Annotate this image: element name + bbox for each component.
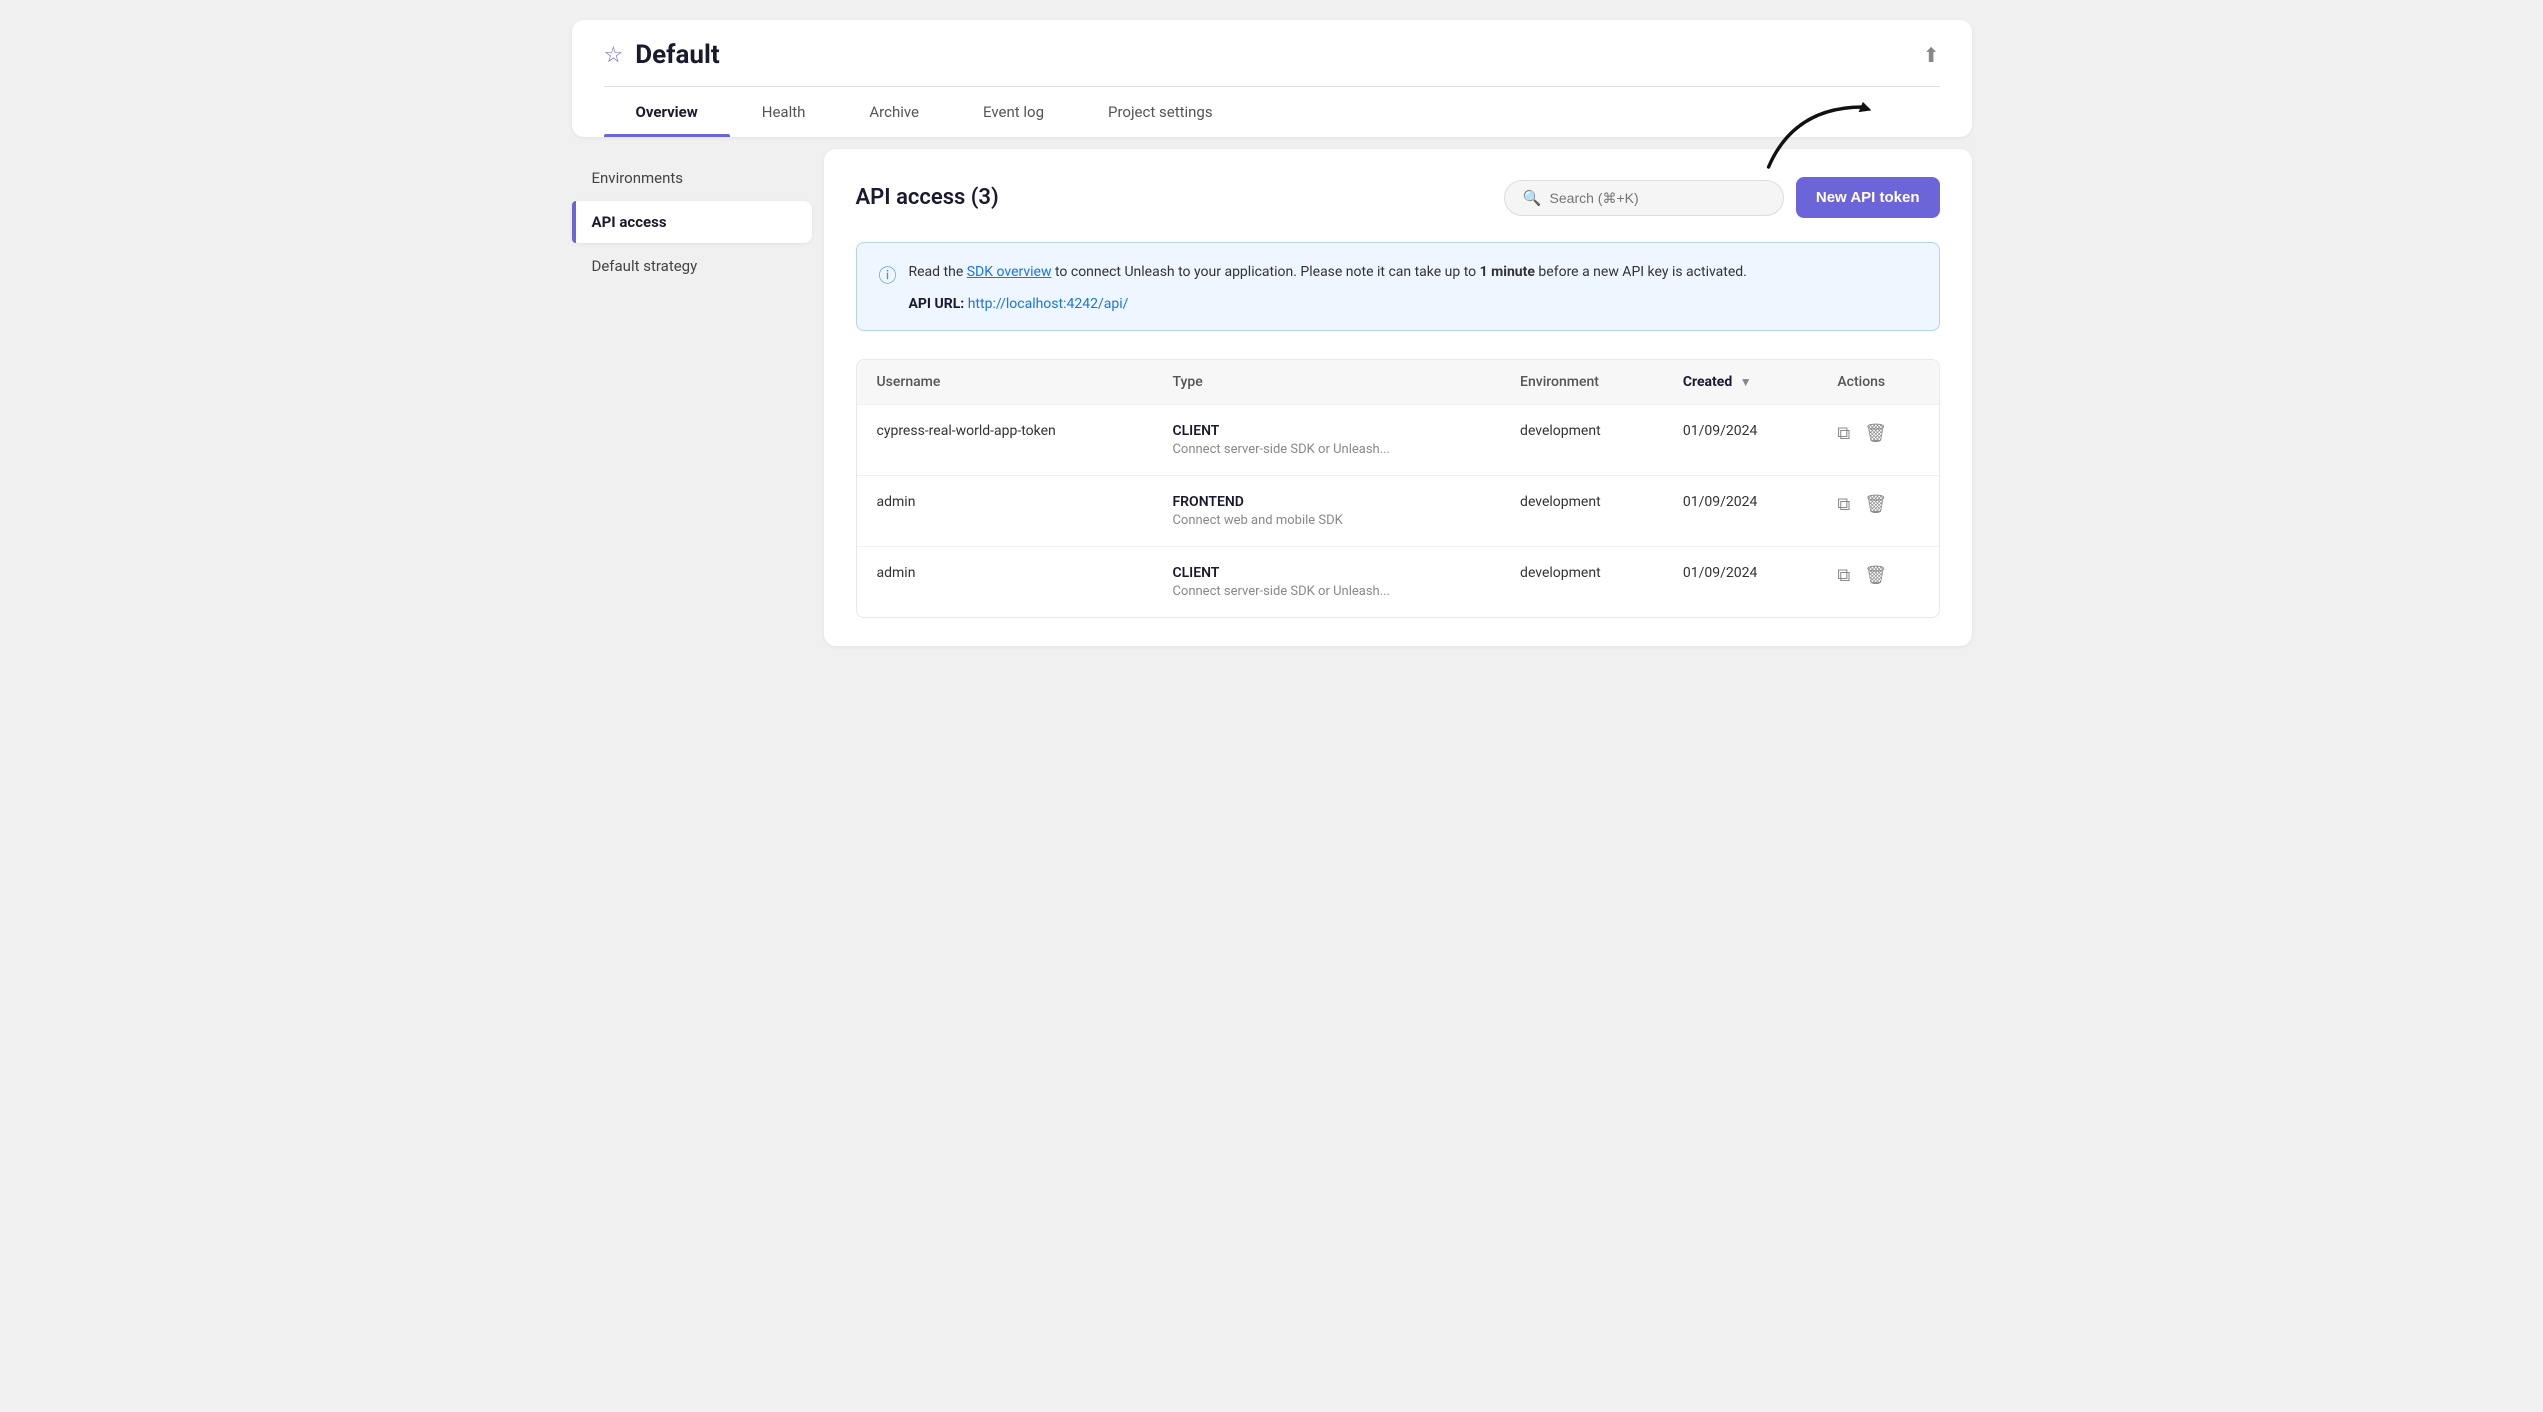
cell-username-1: cypress-real-world-app-token [857,405,1153,476]
table-head: Username Type Environment Created ▼ Acti… [857,360,1939,405]
table-row: admin CLIENT Connect server-side SDK or … [857,547,1939,618]
delete-icon-2[interactable]: 🗑 [1864,494,1887,515]
info-icon: ⓘ [879,262,897,288]
api-tokens-table: Username Type Environment Created ▼ Acti… [857,360,1939,617]
action-icons-1: ⧉ 🗑 [1837,423,1918,444]
info-banner: ⓘ Read the SDK overview to connect Unlea… [856,242,1940,331]
cell-env-1: development [1500,405,1663,476]
tab-nav: Overview Health Archive Event log Projec… [604,86,1940,137]
cell-type-1: CLIENT Connect server-side SDK or Unleas… [1152,405,1500,476]
cell-env-2: development [1500,476,1663,547]
info-bold-text: 1 minute [1480,264,1535,280]
sdk-overview-link[interactable]: SDK overview [967,264,1052,280]
type-sub-2: Connect web and mobile SDK [1172,513,1342,528]
table-row: cypress-real-world-app-token CLIENT Conn… [857,405,1939,476]
copy-icon-1[interactable]: ⧉ [1837,423,1850,444]
sidebar-item-default-strategy[interactable]: Default strategy [572,245,812,287]
table-row: admin FRONTEND Connect web and mobile SD… [857,476,1939,547]
tab-project-settings[interactable]: Project settings [1076,87,1245,137]
tab-event-log[interactable]: Event log [951,87,1076,137]
page-container: ☆ Default ⬆ Overview Health Archive Even… [572,20,1972,646]
cell-actions-2: ⧉ 🗑 [1817,476,1938,547]
header-top: ☆ Default ⬆ [604,40,1940,86]
sidebar-item-environments[interactable]: Environments [572,157,812,199]
type-sub-3: Connect server-side SDK or Unleash... [1172,584,1390,599]
cell-actions-3: ⧉ 🗑 [1817,547,1938,618]
sort-arrow-icon: ▼ [1740,375,1752,389]
new-api-token-button[interactable]: New API token [1796,177,1940,218]
api-url-value: http://localhost:4242/api/ [968,296,1129,312]
tab-health[interactable]: Health [730,87,838,137]
api-url-line: API URL: http://localhost:4242/api/ [879,296,1917,312]
cell-actions-1: ⧉ 🗑 [1817,405,1938,476]
header-right: 🔍 New API token [1504,177,1940,218]
header-card: ☆ Default ⬆ Overview Health Archive Even… [572,20,1972,137]
sidebar-item-api-access[interactable]: API access [572,201,812,243]
project-title: Default [635,40,719,70]
col-username: Username [857,360,1153,405]
api-tokens-table-wrapper: Username Type Environment Created ▼ Acti… [856,359,1940,618]
action-icons-2: ⧉ 🗑 [1837,494,1918,515]
col-created[interactable]: Created ▼ [1663,360,1818,405]
action-icons-3: ⧉ 🗑 [1837,565,1918,586]
cell-username-2: admin [857,476,1153,547]
main-layout: Environments API access Default strategy… [572,149,1972,646]
table-body: cypress-real-world-app-token CLIENT Conn… [857,405,1939,618]
table-header-row: Username Type Environment Created ▼ Acti… [857,360,1939,405]
cell-created-2: 01/09/2024 [1663,476,1818,547]
info-banner-text: Read the SDK overview to connect Unleash… [909,261,1747,283]
content-title: API access (3) [856,185,999,210]
search-icon: 🔍 [1523,189,1542,207]
content-area: API access (3) 🔍 New API token [824,149,1972,646]
col-environment: Environment [1500,360,1663,405]
search-box[interactable]: 🔍 [1504,180,1784,216]
title-group: ☆ Default [604,40,720,70]
content-header: API access (3) 🔍 New API token [856,177,1940,218]
delete-icon-1[interactable]: 🗑 [1864,423,1887,444]
cell-created-1: 01/09/2024 [1663,405,1818,476]
search-input[interactable] [1550,190,1765,206]
copy-icon-2[interactable]: ⧉ [1837,494,1850,515]
cell-type-3: CLIENT Connect server-side SDK or Unleas… [1152,547,1500,618]
tab-overview[interactable]: Overview [604,87,730,137]
cell-type-2: FRONTEND Connect web and mobile SDK [1152,476,1500,547]
type-main-2: FRONTEND [1172,494,1480,510]
col-type: Type [1152,360,1500,405]
api-url-label: API URL: [909,296,965,312]
info-banner-top: ⓘ Read the SDK overview to connect Unlea… [879,261,1917,288]
star-icon[interactable]: ☆ [604,43,624,68]
cell-username-3: admin [857,547,1153,618]
sidebar: Environments API access Default strategy [572,149,812,646]
delete-icon-3[interactable]: 🗑 [1864,565,1887,586]
type-main-1: CLIENT [1172,423,1480,439]
copy-icon-3[interactable]: ⧉ [1837,565,1850,586]
cell-created-3: 01/09/2024 [1663,547,1818,618]
type-main-3: CLIENT [1172,565,1480,581]
type-sub-1: Connect server-side SDK or Unleash... [1172,442,1390,457]
cell-env-3: development [1500,547,1663,618]
upload-icon[interactable]: ⬆ [1923,43,1940,67]
col-actions: Actions [1817,360,1938,405]
tab-archive[interactable]: Archive [837,87,951,137]
